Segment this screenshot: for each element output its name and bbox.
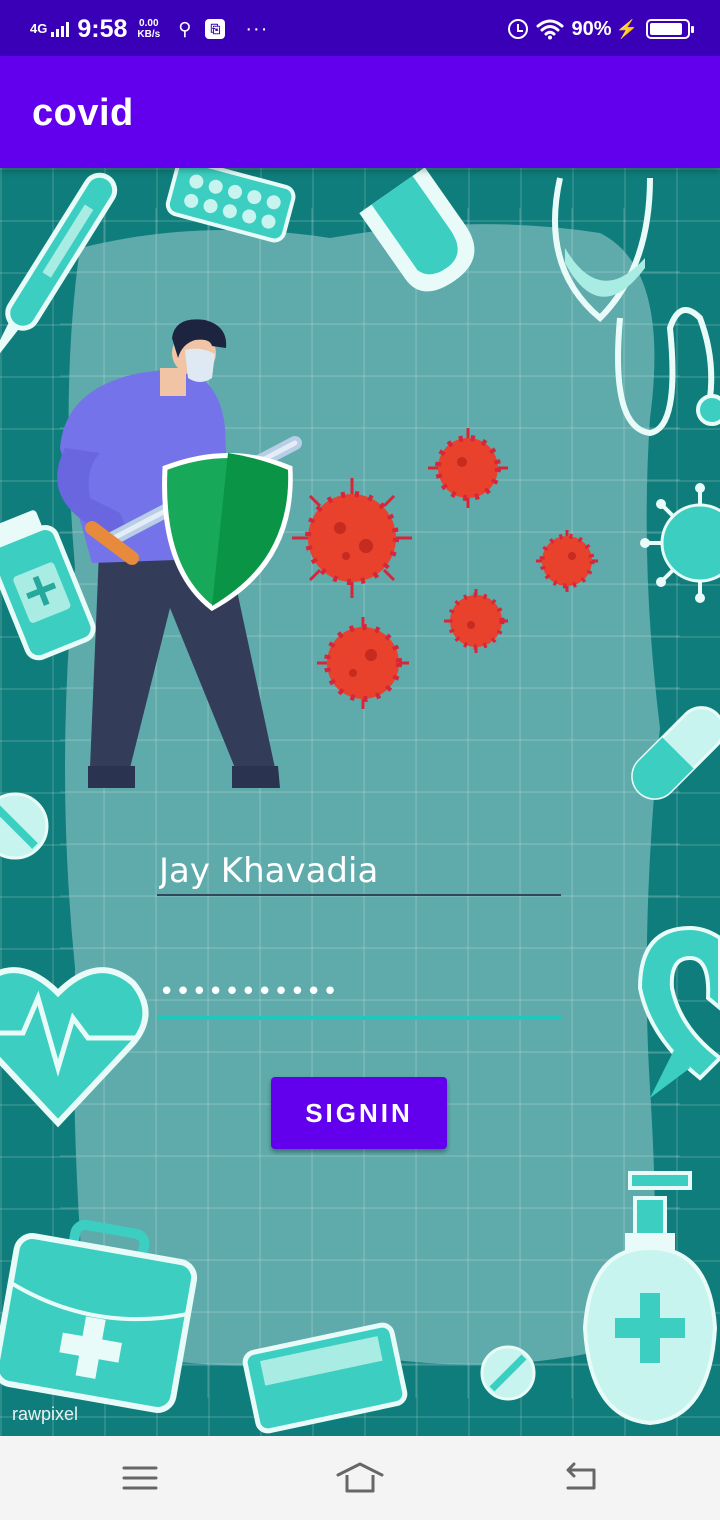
pill-icon [0, 792, 49, 860]
app-bar: covid [0, 56, 720, 168]
status-time: 9:58 [77, 14, 128, 43]
wifi-icon [536, 19, 564, 40]
username-input[interactable] [157, 848, 561, 896]
charging-icon: ⚡ [615, 18, 638, 39]
network-speed-value: 0.00 [139, 18, 159, 29]
signin-button[interactable]: SIGNIN [271, 1077, 447, 1149]
password-input[interactable] [157, 968, 561, 1020]
network-speed: 0.00 KB/s [137, 18, 160, 40]
medical-background-illustration [0, 168, 720, 1434]
app-title: covid [32, 92, 134, 134]
network-speed-unit: KB/s [137, 29, 161, 40]
status-bar: 4G 9:58 0.00 KB/s ⚲ ⎘ ··· 90% ⚡ [0, 0, 720, 56]
battery-percent: 90% [571, 17, 612, 40]
menu-icon[interactable] [110, 1454, 170, 1502]
watermark-text: rawpixel [12, 1404, 79, 1424]
home-icon[interactable] [330, 1454, 390, 1502]
signal-icon [51, 21, 70, 37]
navigation-bar [0, 1436, 720, 1520]
awareness-ribbon-icon [637, 925, 720, 1098]
back-icon[interactable] [550, 1454, 610, 1502]
notification-icon: ⎘ [205, 19, 226, 39]
alarm-icon [507, 19, 528, 39]
battery-icon [646, 19, 694, 39]
overflow-dots: ··· [245, 17, 269, 40]
usb-icon: ⚲ [178, 18, 192, 39]
login-screen: SIGNIN rawpixel [0, 168, 720, 1436]
pill-icon [480, 1345, 536, 1401]
network-type: 4G [30, 21, 48, 36]
